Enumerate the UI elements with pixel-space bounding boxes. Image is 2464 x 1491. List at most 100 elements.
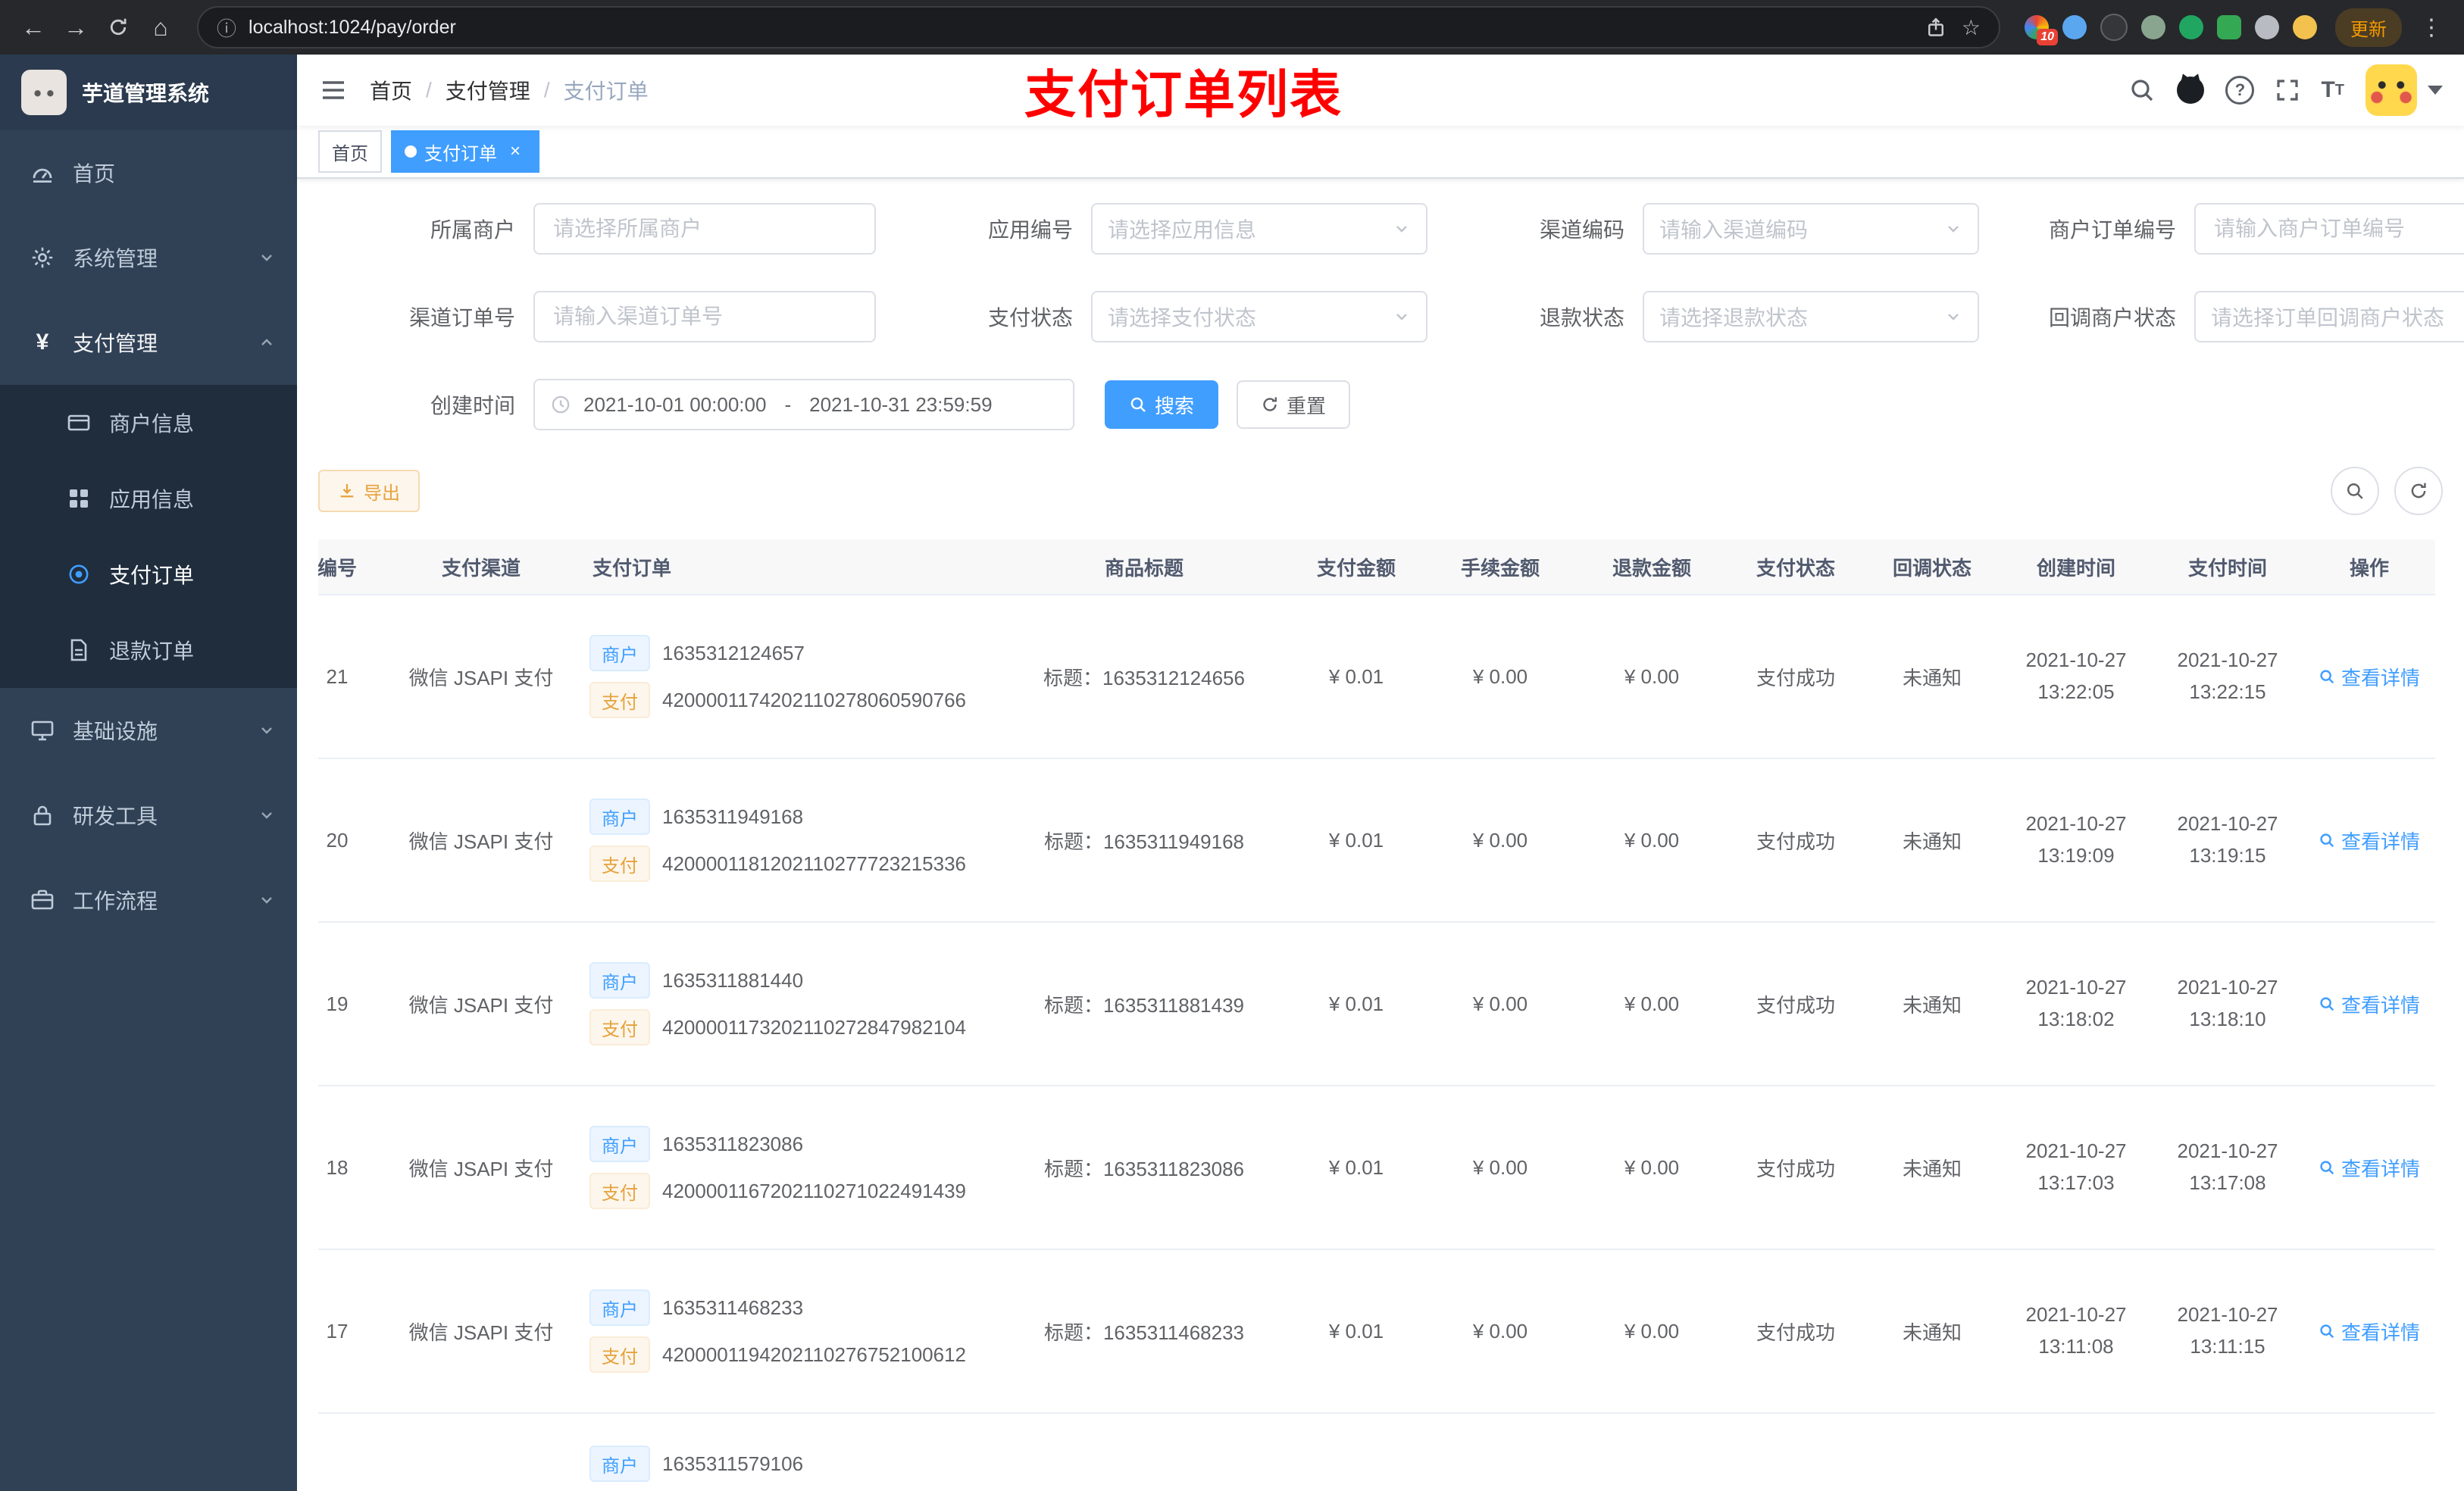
extension-icon[interactable] [2255,15,2279,39]
bookmark-star-icon[interactable]: ☆ [1962,15,1981,40]
col-order: 支付订单 [583,539,1000,595]
magnifier-icon [2320,833,2334,848]
cell-refund: ¥ 0.00 [1576,1249,1728,1414]
fullscreen-icon[interactable] [2275,78,2300,102]
close-icon[interactable]: × [505,141,526,162]
channel-code-select[interactable]: 请输入渠道编码 [1643,203,1979,255]
sidebar-item-workflow[interactable]: 工作流程 [0,858,297,942]
sidebar-toggle-icon[interactable] [297,55,370,126]
view-detail-link[interactable]: 查看详情 [2319,827,2420,855]
annotation-title: 支付订单列表 [1024,66,1343,124]
extension-icon[interactable] [2100,14,2128,41]
sidebar-item-infra[interactable]: 基础设施 [0,688,297,773]
search-button[interactable]: 搜索 [1105,380,1219,429]
browser-forward-icon[interactable]: → [55,6,97,48]
sidebar-logo[interactable]: 芋道管理系统 [0,55,297,130]
browser-update-button[interactable]: 更新 [2335,8,2402,47]
tab-pay-order[interactable]: 支付订单 × [391,130,539,173]
cell-refund: ¥ 0.00 [1576,1086,1728,1250]
create-time-range[interactable]: 2021-10-01 00:00:00 - 2021-10-31 23:59:5… [533,379,1074,430]
refund-status-select[interactable]: 请选择退款状态 [1643,291,1979,342]
cell-id: 19 [318,922,379,1086]
user-menu[interactable] [2366,64,2443,116]
browser-back-icon[interactable]: ← [12,6,55,48]
breadcrumb-section[interactable]: 支付管理 [446,75,530,105]
view-detail-link[interactable]: 查看详情 [2319,990,2420,1018]
cell-pay-time: 2021-10-27 13:19:15 [2152,758,2303,923]
extension-icon[interactable] [2293,15,2317,39]
pay-status-select[interactable]: 请选择支付状态 [1091,291,1427,342]
cell-pay-time: 2021-10-27 13:17:08 [2152,1086,2303,1250]
record-icon [69,564,89,584]
extension-icon[interactable] [2062,15,2087,39]
github-icon[interactable] [2177,77,2205,104]
pay-tag: 支付 [589,682,650,718]
logo-title: 芋道管理系统 [82,82,210,105]
address-bar[interactable]: ⓘ localhost:1024/pay/order ☆ [197,6,2000,48]
browser-menu-icon[interactable]: ⋮ [2411,14,2452,41]
col-create-time: 创建时间 [2000,539,2152,595]
extension-icon[interactable]: 10 [2025,15,2058,45]
cell-fee: ¥ 0.00 [1424,758,1576,923]
table-header-row: 编号 支付渠道 支付订单 商品标题 支付金额 手续金额 退款金额 支付状态 回调… [318,539,2435,595]
merchant-tag: 商户 [589,635,650,671]
sidebar-item-system[interactable]: 系统管理 [0,215,297,300]
extension-icon[interactable] [2179,15,2203,39]
view-detail-link[interactable]: 查看详情 [2319,1154,2420,1182]
browser-reload-icon[interactable] [97,6,139,48]
app-select[interactable]: 请选择应用信息 [1091,203,1427,255]
extension-icon[interactable] [2217,15,2241,39]
sidebar-item-home[interactable]: 首页 [0,130,297,215]
cell-refund: ¥ 0.00 [1576,758,1728,923]
font-size-icon[interactable]: TT [2321,79,2344,102]
url-text: localhost:1024/pay/order [249,16,456,38]
sidebar-item-refund-order[interactable]: 退款订单 [0,612,297,688]
cell-create-time: 2021-10-27 13:22:05 [2000,595,2152,759]
filter-label-notify-status: 回调商户状态 [2048,306,2176,330]
cell-channel: 微信 JSAPI 支付 [379,1249,583,1414]
cell-notify: 未通知 [1864,758,2000,923]
cell-status: 支付成功 [1728,922,1864,1086]
export-button[interactable]: 导出 [318,470,420,512]
monitor-icon [31,720,54,741]
toggle-search-button[interactable] [2331,467,2379,515]
sidebar-item-pay[interactable]: ¥ 支付管理 [0,300,297,385]
cell-title: 标题：1635312124656 [1000,595,1288,759]
table-row: 20 微信 JSAPI 支付 商户 1635311949168 支付 4200001… [318,758,2435,923]
lock-icon [33,805,52,826]
cell-title: 标题：1635311468233 [1000,1249,1288,1414]
cell-notify: 未通知 [1864,922,2000,1086]
magnifier-icon [2320,670,2334,684]
view-detail-link[interactable]: 查看详情 [2319,1318,2420,1346]
search-icon[interactable] [2128,77,2156,104]
cell-pay-time: 2021-10-27 13:18:10 [2152,922,2303,1086]
channel-order-no-input[interactable] [533,291,876,342]
refresh-table-button[interactable] [2394,467,2443,515]
extension-icon[interactable] [2141,15,2165,39]
merchant-order-no-input[interactable] [2194,203,2464,255]
cell-id: 21 [318,595,379,759]
breadcrumb: 首页 / 支付管理 / 支付订单 [370,75,649,105]
notify-status-select[interactable]: 请选择订单回调商户状态 [2194,291,2464,342]
sidebar-item-app-info[interactable]: 应用信息 [0,461,297,536]
sidebar-item-dev-tools[interactable]: 研发工具 [0,773,297,858]
col-fee: 手续金额 [1424,539,1576,595]
share-icon[interactable] [1925,17,1946,38]
reset-button[interactable]: 重置 [1237,380,1351,429]
tab-home[interactable]: 首页 [318,130,382,173]
cell-pay-time: 2021-10-27 13:11:15 [2152,1249,2303,1414]
extension-badge: 10 [2037,29,2058,45]
sidebar-item-merchant-info[interactable]: 商户信息 [0,385,297,461]
breadcrumb-home[interactable]: 首页 [370,75,412,105]
sidebar-item-pay-order[interactable]: 支付订单 [0,536,297,612]
cell-actions: 查看详情 [2303,758,2435,923]
merchant-tag: 商户 [589,1446,650,1482]
chevron-down-icon [1396,314,1407,320]
caret-down-icon [2428,86,2443,95]
browser-home-icon[interactable]: ⌂ [139,6,182,48]
cell-actions: 查看详情 [2303,922,2435,1086]
site-info-icon[interactable]: ⓘ [217,14,236,42]
merchant-input[interactable] [533,203,876,255]
help-icon[interactable]: ? [2225,76,2255,105]
view-detail-link[interactable]: 查看详情 [2319,663,2420,691]
